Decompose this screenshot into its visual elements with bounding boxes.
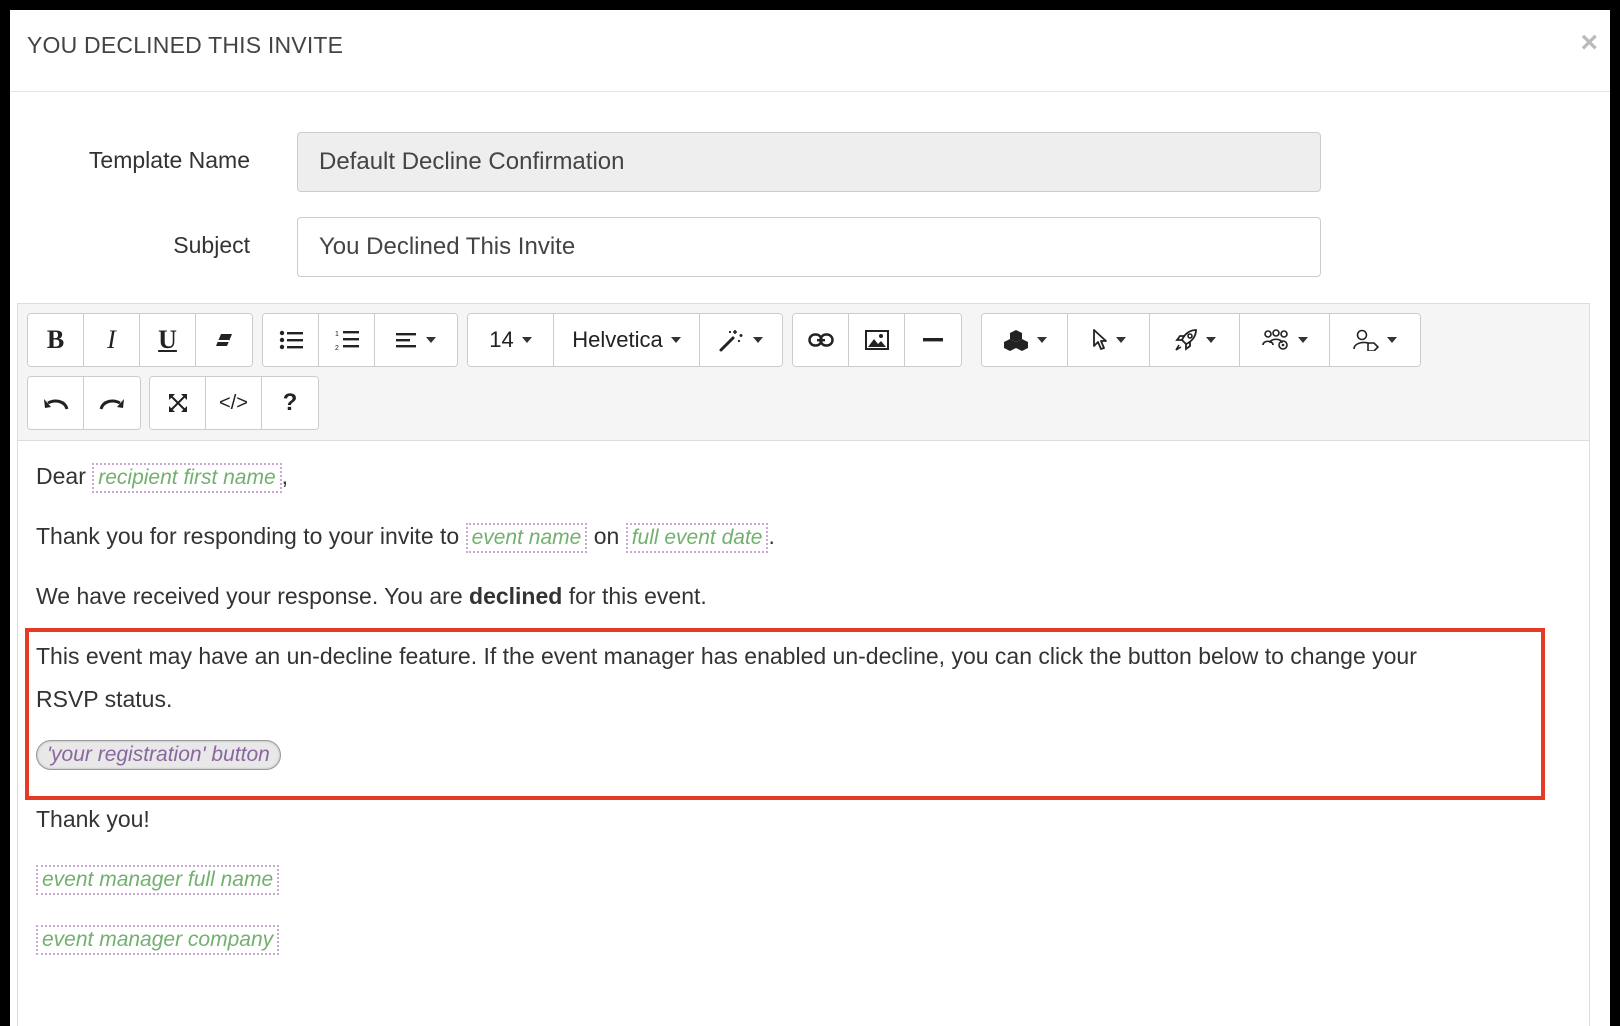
italic-button[interactable]: I bbox=[84, 314, 140, 366]
your-registration-button-tag[interactable]: 'your registration' button bbox=[36, 740, 281, 770]
template-name-label: Template Name bbox=[88, 147, 250, 173]
ordered-list-button[interactable]: 12 bbox=[319, 314, 375, 366]
registration-button-row: 'your registration' button bbox=[36, 740, 281, 770]
received-suffix: for this event. bbox=[568, 583, 707, 609]
rocket-dropdown[interactable] bbox=[1150, 314, 1240, 366]
font-size-value: 14 bbox=[489, 327, 514, 352]
recipient-first-name-tag[interactable]: recipient first name bbox=[92, 463, 282, 493]
custom-group bbox=[981, 313, 1421, 367]
received-line: We have received your response. You are … bbox=[36, 583, 707, 610]
thank-you-line: Thank you! bbox=[36, 806, 150, 832]
greeting-line: Dear recipient first name, bbox=[36, 463, 288, 493]
event-name-tag[interactable]: event name bbox=[465, 523, 588, 553]
align-left-icon bbox=[396, 333, 416, 348]
insert-group bbox=[792, 313, 962, 367]
full-event-date-tag[interactable]: full event date bbox=[625, 523, 769, 553]
manager-name-row: event manager full name bbox=[36, 865, 280, 895]
undo-button[interactable] bbox=[28, 377, 84, 429]
user-tag-icon bbox=[1353, 329, 1379, 351]
horizontal-rule-icon bbox=[923, 338, 943, 342]
editor-toolbar: B I U 12 14 Helvetica </> ? bbox=[18, 304, 1589, 441]
modal-header: YOU DECLINED THIS INVITE × bbox=[10, 10, 1610, 92]
list-group: 12 bbox=[262, 313, 458, 367]
users-dropdown[interactable] bbox=[1240, 314, 1330, 366]
eraser-icon bbox=[216, 334, 232, 346]
chevron-down-icon bbox=[1115, 337, 1126, 343]
chevron-down-icon bbox=[1205, 337, 1216, 343]
chevron-down-icon bbox=[753, 337, 763, 343]
declined-text: declined bbox=[469, 583, 563, 609]
template-name-row: Template Name Default Decline Confirmati… bbox=[10, 132, 1610, 192]
greeting-comma: , bbox=[281, 463, 289, 489]
chevron-down-icon bbox=[426, 337, 436, 343]
chevron-down-icon bbox=[670, 337, 681, 343]
align-dropdown[interactable] bbox=[375, 314, 457, 366]
svg-text:2: 2 bbox=[335, 345, 339, 351]
view-group: </> ? bbox=[149, 376, 319, 430]
rich-text-editor: B I U 12 14 Helvetica </> ? Dear recipie… bbox=[17, 303, 1590, 1026]
chevron-down-icon bbox=[521, 337, 532, 343]
undecline-line-2: RSVP status. bbox=[36, 686, 173, 712]
greeting-text: Dear bbox=[36, 463, 86, 489]
event-manager-full-name-tag[interactable]: event manager full name bbox=[36, 865, 280, 895]
magic-wand-icon bbox=[719, 330, 743, 352]
style-group: B I U bbox=[27, 313, 253, 367]
received-text: We have received your response. You are bbox=[36, 583, 463, 609]
horizontal-rule-button[interactable] bbox=[905, 314, 961, 366]
subject-label: Subject bbox=[173, 232, 250, 258]
manager-company-row: event manager company bbox=[36, 925, 280, 955]
thanks-period: . bbox=[768, 523, 775, 549]
subject-field[interactable]: You Declined This Invite bbox=[297, 217, 1321, 277]
subject-row: Subject You Declined This Invite bbox=[10, 217, 1610, 277]
unordered-list-button[interactable] bbox=[263, 314, 319, 366]
modal-title: YOU DECLINED THIS INVITE bbox=[27, 32, 344, 58]
help-button[interactable]: ? bbox=[262, 377, 318, 429]
image-button[interactable] bbox=[849, 314, 905, 366]
expand-icon bbox=[168, 394, 187, 412]
redo-icon bbox=[99, 399, 124, 410]
on-text: on bbox=[593, 523, 620, 549]
chevron-down-icon bbox=[1387, 337, 1397, 343]
font-family-dropdown[interactable]: Helvetica bbox=[554, 314, 700, 366]
users-cog-icon bbox=[1261, 329, 1288, 350]
underline-button[interactable]: U bbox=[140, 314, 196, 366]
redo-button[interactable] bbox=[84, 377, 140, 429]
svg-text:1: 1 bbox=[335, 331, 339, 338]
chevron-down-icon bbox=[1297, 337, 1308, 343]
font-family-value: Helvetica bbox=[572, 327, 663, 352]
code-view-button[interactable]: </> bbox=[206, 377, 262, 429]
unordered-list-icon bbox=[279, 330, 303, 350]
image-icon bbox=[864, 330, 889, 350]
chevron-down-icon bbox=[1036, 337, 1047, 343]
user-tag-dropdown[interactable] bbox=[1330, 314, 1420, 366]
undo-icon bbox=[43, 399, 68, 410]
link-icon bbox=[807, 333, 834, 347]
eraser-button[interactable] bbox=[196, 314, 252, 366]
close-icon[interactable]: × bbox=[1580, 28, 1598, 58]
thanks-text: Thank you for responding to your invite … bbox=[36, 523, 460, 549]
font-size-dropdown[interactable]: 14 bbox=[468, 314, 554, 366]
magic-dropdown[interactable] bbox=[700, 314, 782, 366]
history-group bbox=[27, 376, 141, 430]
fullscreen-button[interactable] bbox=[150, 377, 206, 429]
ordered-list-icon: 12 bbox=[335, 331, 359, 351]
pointer-icon bbox=[1092, 329, 1107, 350]
undecline-line-1: This event may have an un-decline featur… bbox=[36, 643, 1417, 669]
thanks-line: Thank you for responding to your invite … bbox=[36, 523, 775, 553]
font-group: 14 Helvetica bbox=[467, 313, 783, 367]
cubes-icon bbox=[1003, 330, 1028, 351]
cursor-dropdown[interactable] bbox=[1068, 314, 1150, 366]
rocket-icon bbox=[1174, 329, 1197, 351]
bold-button[interactable]: B bbox=[28, 314, 84, 366]
cubes-dropdown[interactable] bbox=[982, 314, 1068, 366]
link-button[interactable] bbox=[793, 314, 849, 366]
event-manager-company-tag[interactable]: event manager company bbox=[36, 925, 280, 955]
template-name-field: Default Decline Confirmation bbox=[297, 132, 1321, 192]
